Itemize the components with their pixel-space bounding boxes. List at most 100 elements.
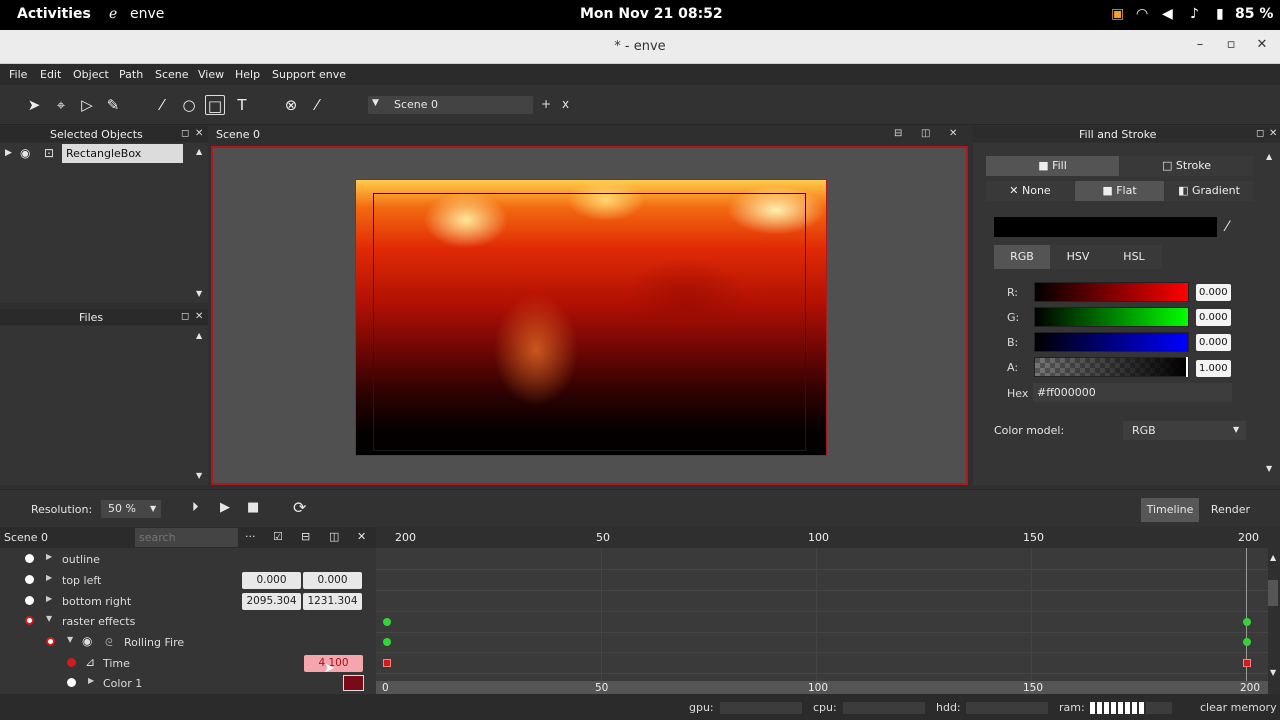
visibility-dot[interactable] bbox=[25, 554, 34, 563]
stop-icon[interactable]: ■ bbox=[247, 500, 259, 515]
keyframe-green[interactable] bbox=[1243, 638, 1251, 646]
green-value[interactable]: 0.000 bbox=[1196, 309, 1231, 326]
top-left-y-field[interactable]: 0.000 bbox=[303, 572, 362, 589]
clear-memory-button[interactable]: clear memory bbox=[1200, 701, 1277, 714]
minimize-button[interactable]: – bbox=[1190, 37, 1210, 57]
keyframe-red[interactable] bbox=[1243, 659, 1251, 667]
split-horizontal-icon[interactable]: ⊟ bbox=[894, 128, 902, 139]
null-object-icon[interactable]: ⊗ bbox=[281, 95, 301, 115]
color-model-select[interactable]: RGB ▼ bbox=[1123, 421, 1246, 440]
timeline-scrollbar[interactable] bbox=[1268, 580, 1278, 606]
keyframe-area[interactable] bbox=[376, 527, 1268, 681]
row-outline[interactable]: ▶ outline bbox=[0, 549, 376, 569]
menu-scene[interactable]: Scene bbox=[155, 68, 189, 81]
menu-support[interactable]: Support enve bbox=[272, 68, 346, 81]
close-icon[interactable]: ✕ bbox=[357, 530, 366, 543]
menu-help[interactable]: Help bbox=[235, 68, 260, 81]
row-color-1[interactable]: ▶ Color 1 bbox=[0, 673, 376, 693]
bottom-right-y-field[interactable]: 1231.304 bbox=[303, 593, 362, 610]
record-dot[interactable] bbox=[67, 658, 76, 667]
tab-rgb[interactable]: RGB bbox=[994, 245, 1050, 269]
paint-flat-button[interactable]: ■ Flat bbox=[1075, 181, 1164, 201]
scroll-down-icon[interactable]: ▼ bbox=[196, 471, 202, 480]
text-tool-icon[interactable]: T bbox=[232, 95, 252, 115]
keyframe-green[interactable] bbox=[383, 638, 391, 646]
clock[interactable]: Mon Nov 21 08:52 bbox=[580, 6, 723, 22]
blue-value[interactable]: 0.000 bbox=[1196, 334, 1231, 351]
collapse-arrow-icon[interactable]: ▼ bbox=[67, 635, 73, 644]
tab-stroke[interactable]: □ Stroke bbox=[1120, 156, 1253, 176]
visibility-dot[interactable] bbox=[67, 678, 76, 687]
close-icon[interactable]: ✕ bbox=[1269, 128, 1277, 139]
row-raster-effects[interactable]: ▼ raster effects bbox=[0, 611, 376, 631]
scroll-up-icon[interactable]: ▲ bbox=[196, 331, 202, 340]
tab-fill[interactable]: ■ Fill bbox=[986, 156, 1119, 176]
paint-gradient-button[interactable]: ◧ Gradient bbox=[1165, 181, 1253, 201]
keyframe-red[interactable] bbox=[383, 659, 391, 667]
refresh-icon[interactable]: ⟳ bbox=[293, 498, 306, 517]
menu-object[interactable]: Object bbox=[73, 68, 109, 81]
menu-path[interactable]: Path bbox=[119, 68, 143, 81]
tab-hsl[interactable]: HSL bbox=[1106, 245, 1162, 269]
eyedropper-icon[interactable]: ⁄ bbox=[1226, 219, 1228, 235]
tab-render[interactable]: Render bbox=[1203, 498, 1258, 522]
expand-arrow-icon[interactable]: ▶ bbox=[46, 573, 52, 582]
alpha-slider[interactable] bbox=[1034, 357, 1189, 377]
pen-icon[interactable]: ✎ bbox=[103, 95, 123, 115]
expand-arrow-icon[interactable]: ▶ bbox=[46, 552, 52, 561]
paint-none-button[interactable]: ✕ None bbox=[986, 181, 1074, 201]
row-rolling-fire[interactable]: ▼ ◉ ᘓ Rolling Fire bbox=[0, 632, 376, 652]
remove-scene-button[interactable]: x bbox=[562, 97, 569, 111]
clipboard-icon[interactable]: ▣ bbox=[1111, 6, 1124, 22]
scroll-down-icon[interactable]: ▼ bbox=[196, 289, 202, 298]
collapse-arrow-icon[interactable]: ▼ bbox=[46, 614, 52, 623]
node-select-icon[interactable]: ⌖ bbox=[51, 95, 71, 115]
tab-timeline[interactable]: Timeline bbox=[1141, 498, 1199, 522]
checkbox-icon[interactable]: ☑ bbox=[273, 530, 283, 543]
close-icon[interactable]: ✕ bbox=[949, 128, 957, 139]
expand-arrow-icon[interactable]: ▶ bbox=[5, 148, 12, 158]
app-menu[interactable]: enve bbox=[130, 6, 164, 22]
visibility-dot[interactable] bbox=[25, 575, 34, 584]
graph-icon[interactable]: ⊿ bbox=[85, 655, 95, 669]
point-select-icon[interactable]: ▷ bbox=[77, 95, 97, 115]
scroll-up-icon[interactable]: ▲ bbox=[196, 147, 202, 156]
bottom-right-x-field[interactable]: 2095.304 bbox=[242, 593, 301, 610]
volume-icon[interactable]: ◀ bbox=[1162, 6, 1173, 22]
blue-slider[interactable] bbox=[1034, 332, 1189, 352]
expand-arrow-icon[interactable]: ▶ bbox=[46, 594, 52, 603]
top-left-x-field[interactable]: 0.000 bbox=[242, 572, 301, 589]
tab-hsv[interactable]: HSV bbox=[1050, 245, 1106, 269]
expand-arrow-icon[interactable]: ▶ bbox=[88, 676, 94, 685]
red-slider[interactable] bbox=[1034, 282, 1189, 302]
hex-field[interactable]: #ff000000 bbox=[1033, 383, 1232, 402]
more-options-button[interactable]: ··· bbox=[245, 530, 256, 543]
eye-icon[interactable]: ◉ bbox=[82, 634, 92, 648]
scroll-down-icon[interactable]: ▼ bbox=[1270, 668, 1276, 677]
alpha-handle[interactable] bbox=[1186, 357, 1188, 377]
close-icon[interactable]: ✕ bbox=[195, 128, 203, 139]
object-item-rectanglebox[interactable]: RectangleBox bbox=[62, 144, 183, 163]
circle-tool-icon[interactable]: ○ bbox=[179, 95, 199, 115]
play-from-start-icon[interactable]: ⏵ bbox=[192, 500, 199, 515]
scroll-up-icon[interactable]: ▲ bbox=[1270, 553, 1276, 562]
visibility-dot[interactable] bbox=[25, 596, 34, 605]
keyframe-green[interactable] bbox=[383, 618, 391, 626]
add-scene-button[interactable]: + bbox=[541, 97, 551, 111]
row-top-left[interactable]: ▶ top left 0.000 0.000 bbox=[0, 570, 376, 590]
menu-file[interactable]: File bbox=[9, 68, 27, 81]
float-icon[interactable]: ◻ bbox=[181, 128, 189, 139]
menu-edit[interactable]: Edit bbox=[40, 68, 61, 81]
record-dot[interactable] bbox=[46, 637, 55, 646]
select-arrow-icon[interactable]: ➤ bbox=[24, 95, 44, 115]
mic-icon[interactable]: ♪ bbox=[1190, 6, 1199, 22]
color-picker-icon[interactable]: ⁄ bbox=[307, 95, 327, 115]
menu-view[interactable]: View bbox=[198, 68, 224, 81]
row-time[interactable]: ⊿ Time 4.100 ➤ bbox=[0, 653, 376, 676]
scroll-up-icon[interactable]: ▲ bbox=[1266, 152, 1272, 161]
row-bottom-right[interactable]: ▶ bottom right 2095.304 1231.304 bbox=[0, 591, 376, 611]
wifi-icon[interactable]: ◠ bbox=[1136, 6, 1148, 22]
float-icon[interactable]: ◻ bbox=[181, 311, 189, 322]
green-slider[interactable] bbox=[1034, 307, 1189, 327]
activities-button[interactable]: Activities bbox=[17, 6, 91, 22]
